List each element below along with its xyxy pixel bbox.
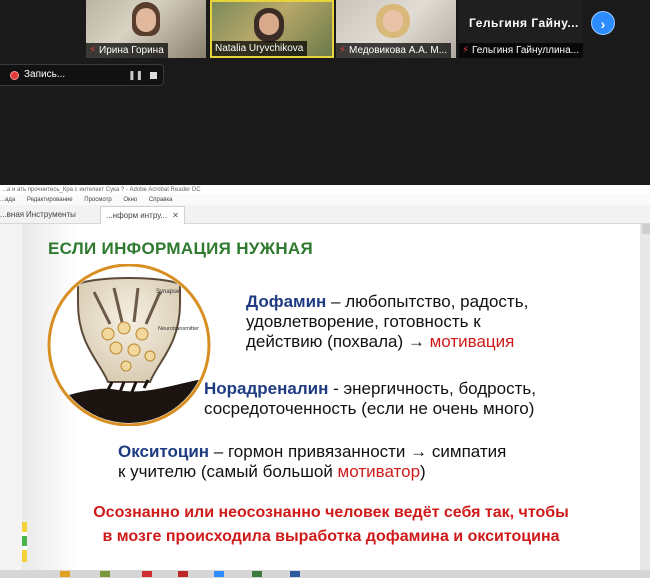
taskbar-app-icon[interactable] (60, 571, 70, 577)
scrollbar[interactable] (642, 224, 650, 234)
menu-bar: ...ада Редактирование Просмотр Окно Спра… (0, 195, 650, 205)
dopamine-line-2: удовлетворение, готовность к (246, 312, 481, 331)
record-icon (10, 71, 19, 80)
recording-bar: Запись... ❚❚ (0, 64, 164, 86)
tab-bar: ...вная Инструменты ...нформ интру... ✕ (0, 205, 650, 224)
taskbar-app-icon[interactable] (178, 571, 188, 577)
tab-document[interactable]: ...нформ интру... ✕ (100, 206, 185, 224)
participant-tile-3[interactable]: ⚡ Медовикова А.А. М... (336, 0, 456, 58)
oxytocin-line-1: Окситоцин – гормон привязанности → симпа… (118, 442, 507, 461)
document-left-margin (0, 224, 22, 578)
chevron-right-icon: › (600, 16, 606, 32)
presentation-slide: ЕСЛИ ИНФОРМАЦИЯ НУЖНАЯ Synapse Neurotran… (22, 224, 640, 578)
taskbar (0, 570, 650, 578)
taskbar-app-icon[interactable] (142, 571, 152, 577)
taskbar-app-icon[interactable] (252, 571, 262, 577)
noradrenaline-line-1: Норадреналин - энергичность, бодрость, (204, 379, 536, 398)
pause-icon: ❚❚ (128, 70, 144, 80)
slide-edge-decoration (22, 522, 27, 562)
slide-heading: ЕСЛИ ИНФОРМАЦИЯ НУЖНАЯ (48, 239, 314, 258)
shared-screen-window: ...а и ать прочнитесь_Кра с интелект Сук… (0, 185, 650, 578)
document-area: ЕСЛИ ИНФОРМАЦИЯ НУЖНАЯ Synapse Neurotran… (0, 224, 650, 578)
participant-tile-4[interactable]: Гельгиня Гайну... ⚡ Гельгиня Гайнуллина..… (459, 0, 583, 58)
oxytocin-term: Окситоцин (118, 442, 210, 461)
oxytocin-result: мотиватор (337, 462, 421, 481)
participant-name-label: ⚡ Медовикова А.А. М... (336, 43, 452, 58)
mic-muted-icon: ⚡ (89, 45, 97, 56)
taskbar-app-icon[interactable] (290, 571, 300, 577)
menu-item-file[interactable]: ...ада (0, 197, 15, 203)
recording-label: Запись... (24, 69, 66, 80)
menu-item-help[interactable]: Справка (149, 197, 173, 203)
tab-document-label: ...нформ интру... (106, 211, 168, 220)
noradrenaline-term: Норадреналин (204, 379, 329, 398)
stop-recording-button[interactable] (150, 72, 157, 79)
participant-face (259, 13, 279, 35)
neurotransmitter-label: Neurotransmitter (158, 326, 199, 332)
screen: ⚡ Ирина Горина Natalia Uryvchikova ⚡ Медов… (0, 0, 650, 578)
synapse-label: Synapse (156, 289, 180, 295)
dopamine-term: Дофамин (246, 292, 327, 311)
oxytocin-line-2: к учителю (самый большой мотиватор) (118, 462, 426, 481)
menu-item-window[interactable]: Окно (123, 197, 137, 203)
taskbar-app-icon[interactable] (214, 571, 224, 577)
menu-item-view[interactable]: Просмотр (84, 197, 111, 203)
synapse-illustration: Synapse Neurotransmitter (47, 264, 211, 426)
next-page-button[interactable]: › (591, 11, 615, 35)
noradrenaline-line-2: сосредоточенность (если не очень много) (204, 399, 535, 418)
window-title: ...а и ать прочнитесь_Кра с интелект Сук… (0, 185, 650, 195)
participant-tile-2[interactable]: Natalia Uryvchikova (210, 0, 334, 58)
tab-home[interactable]: ...вная (0, 209, 24, 220)
dopamine-line-3: действию (похвала) → мотивация (246, 332, 515, 351)
tab-tools[interactable]: Инструменты (26, 209, 76, 220)
participant-name-label: Natalia Uryvchikova (212, 41, 308, 56)
conclusion-line-2: в мозге происходила выработка дофамина и… (102, 528, 560, 545)
participant-tile-1[interactable]: ⚡ Ирина Горина (86, 0, 206, 58)
dopamine-line-1: Дофамин – любопытство, радость, (246, 292, 529, 311)
mic-muted-icon: ⚡ (339, 45, 347, 56)
mic-muted-icon: ⚡ (462, 45, 470, 56)
participant-strip: ⚡ Ирина Горина Natalia Uryvchikova ⚡ Медов… (0, 0, 650, 60)
participant-name-label: ⚡ Ирина Горина (86, 43, 168, 58)
participant-big-name: Гельгиня Гайну... (469, 16, 579, 30)
conclusion-line-1: Осознанно или неосознанно человек ведёт … (93, 504, 569, 521)
participant-name-label: ⚡ Гельгиня Гайнуллина... (459, 43, 583, 58)
participant-face (383, 10, 403, 32)
taskbar-app-icon[interactable] (100, 571, 110, 577)
participant-face (136, 8, 156, 32)
pause-recording-button[interactable]: ❚❚ (128, 69, 143, 81)
dopamine-result: мотивация (429, 332, 515, 351)
close-icon[interactable]: ✕ (172, 211, 179, 220)
menu-item-edit[interactable]: Редактирование (27, 197, 73, 203)
